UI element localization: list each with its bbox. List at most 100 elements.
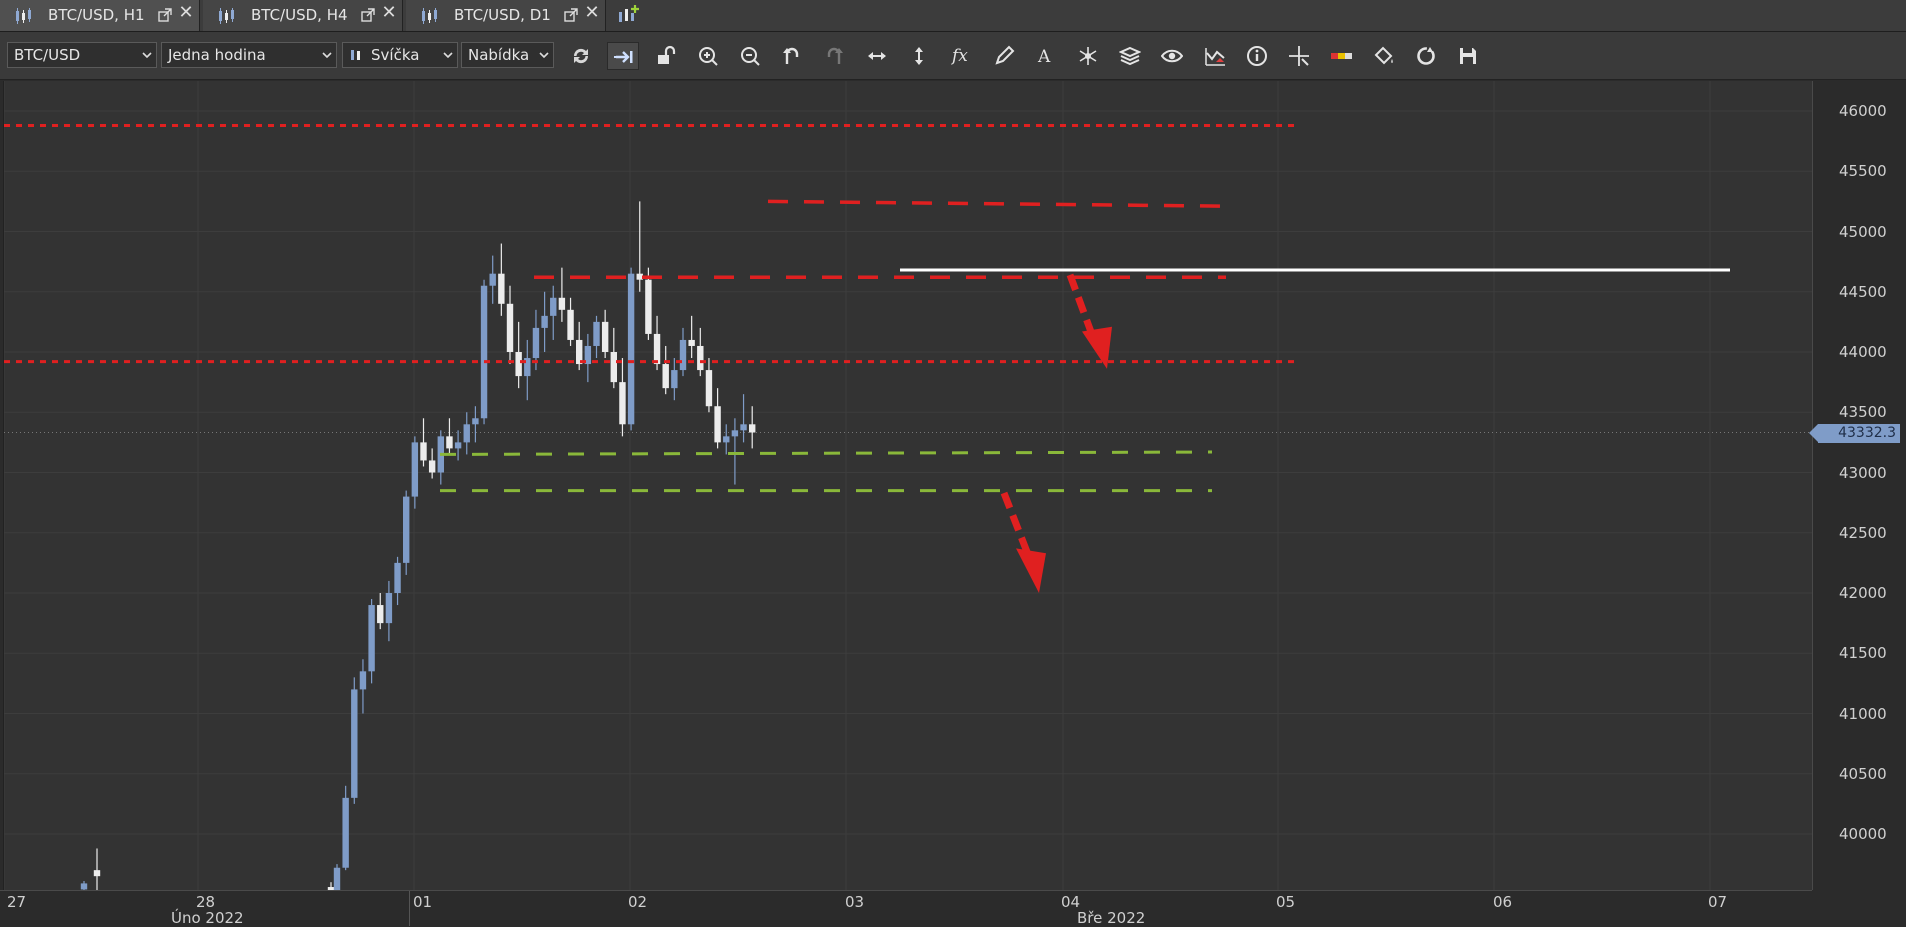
- text-button[interactable]: A: [1030, 42, 1062, 70]
- candle-body: [714, 406, 721, 443]
- candle-body: [420, 442, 427, 461]
- refresh-icon: [573, 48, 589, 64]
- layers-button[interactable]: [1114, 42, 1146, 70]
- unlock-button[interactable]: [650, 42, 682, 70]
- candle-body: [498, 273, 505, 304]
- info-button[interactable]: [1241, 42, 1273, 70]
- color-bar-icon: [1331, 53, 1352, 59]
- fill-button[interactable]: [1368, 42, 1400, 70]
- candle-body: [679, 339, 687, 371]
- svg-text:A: A: [1037, 47, 1051, 67]
- candle-body: [593, 321, 600, 346]
- objects-icon: [1079, 47, 1097, 65]
- candle-body: [446, 436, 453, 449]
- price-axis-label: 43000: [1839, 463, 1887, 482]
- indicators-button[interactable]: fx: [945, 42, 977, 70]
- price-axis-label: 44500: [1839, 282, 1887, 301]
- candle-body: [645, 279, 652, 334]
- chevron-down-icon: [322, 52, 332, 59]
- visibility-button[interactable]: [1156, 42, 1188, 70]
- candle-body: [662, 364, 669, 389]
- chart-type-select-value: Svíčka: [371, 46, 420, 64]
- tab-btcusd-h1[interactable]: BTC/USD, H1 ✕: [0, 0, 200, 31]
- scroll-to-end-button[interactable]: [607, 42, 639, 70]
- candle-body: [377, 605, 384, 624]
- downward-arrow-head: [1016, 548, 1046, 593]
- candle-body: [740, 424, 747, 431]
- tab-label: BTC/USD, H1: [48, 6, 145, 24]
- sync-button[interactable]: [1410, 42, 1442, 70]
- popout-icon[interactable]: [564, 8, 578, 22]
- close-icon[interactable]: ✕: [381, 4, 397, 22]
- fit-horizontal-button[interactable]: [861, 42, 893, 70]
- indicators-fx-icon: fx: [950, 46, 968, 66]
- symbol-select[interactable]: BTC/USD: [7, 42, 157, 68]
- tab-btcusd-d1[interactable]: BTC/USD, D1 ✕: [406, 0, 606, 31]
- candle-body: [515, 352, 522, 377]
- day-label: 05: [1276, 893, 1296, 911]
- layers-icon: [1119, 46, 1141, 66]
- day-label: 01: [413, 893, 433, 911]
- candle-body: [558, 297, 566, 310]
- refresh-button[interactable]: [565, 42, 597, 70]
- candle-body: [463, 424, 470, 443]
- candlestick-chart[interactable]: [3, 81, 1812, 901]
- symbol-select-value: BTC/USD: [14, 46, 81, 64]
- candle-body: [653, 333, 661, 365]
- price-axis-label: 44000: [1839, 343, 1887, 361]
- price-axis-label: 41500: [1839, 644, 1887, 663]
- popout-icon[interactable]: [361, 8, 375, 22]
- chart-type-select[interactable]: Svíčka: [342, 42, 458, 68]
- price-axis-label: 40500: [1839, 764, 1887, 783]
- price-chart-area[interactable]: [3, 81, 1812, 901]
- price-axis-label: 45000: [1839, 222, 1887, 241]
- candle-body: [601, 321, 609, 352]
- unlock-icon: [658, 45, 676, 64]
- redo-button[interactable]: [818, 42, 850, 70]
- price-axis-label: 42000: [1839, 584, 1887, 602]
- undo-button[interactable]: [776, 42, 808, 70]
- add-chart-icon[interactable]: [616, 4, 640, 28]
- info-icon: [1247, 46, 1267, 66]
- chevron-down-icon: [443, 52, 453, 59]
- timeframe-select[interactable]: Jedna hodina: [161, 42, 337, 68]
- candle-body: [80, 883, 88, 890]
- colors-button[interactable]: [1325, 42, 1357, 70]
- day-label: 02: [628, 893, 648, 911]
- candle-body: [359, 671, 367, 690]
- pencil-draw-icon: [995, 45, 1015, 65]
- candle-body: [403, 496, 410, 563]
- month-separator: [409, 891, 410, 926]
- crosshair-button[interactable]: [1283, 42, 1315, 70]
- candles-icon: [219, 8, 234, 24]
- zoom-out-icon: [741, 47, 760, 66]
- objects-button[interactable]: [1072, 42, 1104, 70]
- candle-body: [636, 273, 643, 280]
- tab-btcusd-h4[interactable]: BTC/USD, H4 ✕: [203, 0, 403, 31]
- price-axis[interactable]: 46000 45500 45000 44500 44000 43500 43000 42500…: [1812, 81, 1906, 890]
- close-icon[interactable]: ✕: [584, 4, 600, 22]
- day-label: 06: [1493, 893, 1513, 911]
- price-axis-label: 42500: [1839, 523, 1887, 542]
- timeframe-select-value: Jedna hodina: [168, 46, 266, 64]
- current-price-tag: 43332.3: [1809, 424, 1900, 443]
- tab-label: BTC/USD, D1: [454, 6, 551, 24]
- zoom-in-button[interactable]: [692, 42, 724, 70]
- price-side-select[interactable]: Nabídka: [461, 42, 554, 68]
- save-icon: [1460, 48, 1476, 64]
- day-label: 03: [845, 893, 865, 911]
- candle-body: [394, 562, 401, 593]
- draw-button[interactable]: [988, 42, 1020, 70]
- text-annotation-icon: A: [1037, 47, 1051, 67]
- save-button[interactable]: [1452, 42, 1484, 70]
- popout-icon[interactable]: [158, 8, 172, 22]
- candle-body: [697, 345, 704, 371]
- candle-body: [671, 370, 678, 389]
- candle-body: [723, 436, 730, 443]
- alerts-button[interactable]: [1199, 42, 1231, 70]
- zoom-out-button[interactable]: [734, 42, 766, 70]
- close-icon[interactable]: ✕: [178, 4, 194, 22]
- time-axis[interactable]: 27 28 01 02 03 04 05 06 07 Úno 2022 Bře …: [0, 890, 1812, 927]
- candle-body: [731, 430, 739, 437]
- fit-vertical-button[interactable]: [903, 42, 935, 70]
